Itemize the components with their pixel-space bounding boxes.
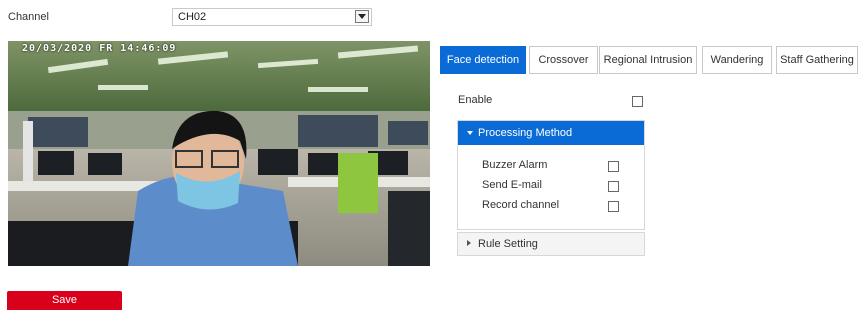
video-timestamp: 20/03/2020 FR 14:46:09	[22, 43, 177, 54]
send-email-label: Send E-mail	[482, 179, 542, 191]
processing-method-panel: Processing Method Buzzer Alarm Send E-ma…	[457, 120, 645, 230]
chevron-down-icon[interactable]	[355, 10, 369, 23]
record-channel-label: Record channel	[482, 199, 560, 211]
processing-method-title: Processing Method	[478, 127, 573, 139]
channel-select[interactable]: CH02	[172, 8, 372, 26]
record-channel-checkbox[interactable]	[608, 201, 619, 212]
enable-checkbox[interactable]	[632, 96, 643, 107]
caret-right-icon	[467, 240, 471, 246]
channel-select-value: CH02	[178, 11, 207, 23]
buzzer-alarm-label: Buzzer Alarm	[482, 159, 548, 171]
rule-setting-title: Rule Setting	[478, 238, 538, 250]
processing-method-header[interactable]: Processing Method	[458, 121, 644, 145]
buzzer-alarm-checkbox[interactable]	[608, 161, 619, 172]
send-email-checkbox[interactable]	[608, 181, 619, 192]
enable-label: Enable	[458, 94, 493, 106]
channel-label: Channel	[8, 11, 49, 23]
tab-regional-intrusion[interactable]: Regional Intrusion	[599, 46, 697, 74]
tab-wandering[interactable]: Wandering	[702, 46, 772, 74]
camera-preview: 20/03/2020 FR 14:46:09	[8, 41, 430, 266]
tab-crossover[interactable]: Crossover	[529, 46, 598, 74]
rule-setting-header[interactable]: Rule Setting	[457, 232, 645, 256]
tab-staff-gathering[interactable]: Staff Gathering	[776, 46, 858, 74]
caret-down-icon	[467, 131, 473, 135]
tab-face-detection[interactable]: Face detection	[440, 46, 526, 74]
camera-image	[8, 41, 430, 266]
save-button[interactable]: Save	[7, 291, 122, 310]
